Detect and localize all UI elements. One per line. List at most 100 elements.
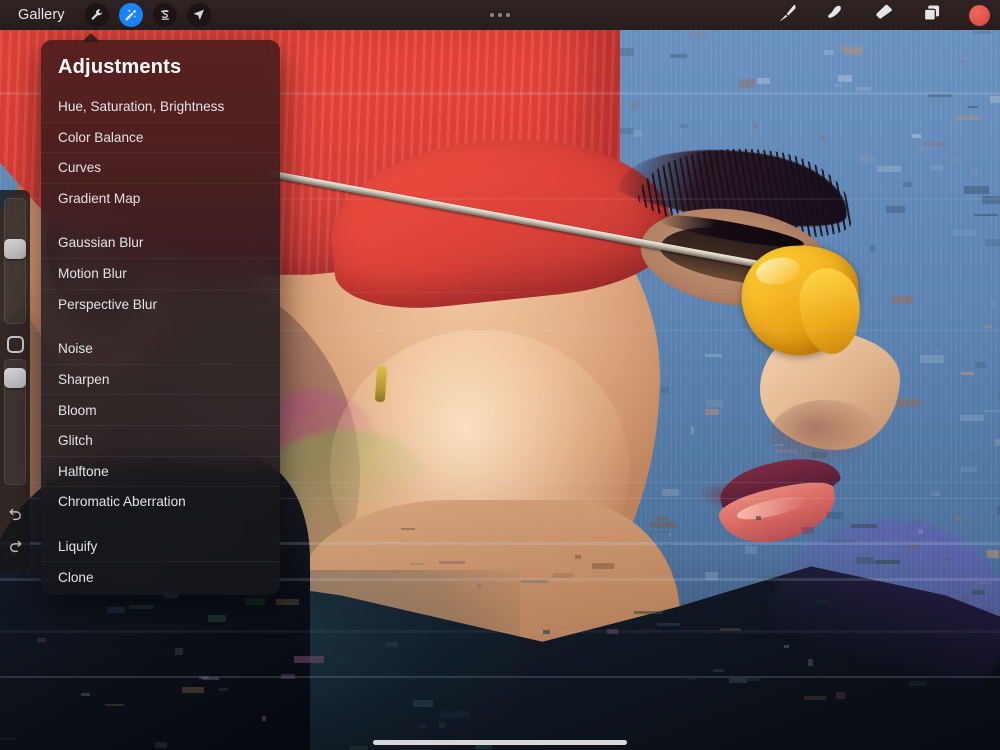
adjustments-menu-item[interactable]: Color Balance [41,121,280,153]
glitch-block [856,557,875,564]
adjustments-group-separator [41,213,280,227]
adjustments-menu-item[interactable]: Chromatic Aberration [41,486,280,517]
glitch-block [802,526,815,534]
adjustments-menu-item-label: Bloom [58,402,97,418]
adjustments-menu-item[interactable]: Motion Blur [41,257,280,289]
adjustments-menu-item[interactable]: Halftone [41,455,280,487]
actions-wrench-button[interactable] [84,3,109,27]
undo-button[interactable] [6,508,24,526]
glitch-block [875,559,901,565]
glitch-block [807,659,813,666]
adjustments-menu-item[interactable]: Gaussian Blur [41,227,280,258]
wrench-icon [90,8,104,22]
glitch-block [182,687,204,694]
adjustments-menu-item-label: Halftone [58,463,109,479]
glitch-block [943,558,952,562]
glitch-block [690,426,695,435]
glitch-block [712,669,724,673]
glitch-block [105,703,124,707]
artwork-violet-fringe [770,520,1000,720]
glitch-block [36,637,46,642]
gallery-button[interactable]: Gallery [12,5,71,25]
glitch-block [752,123,759,130]
glitch-block [439,721,445,728]
s-curve-icon [158,8,172,22]
magic-wand-icon [124,8,138,22]
selection-button[interactable] [152,3,177,27]
glitch-block [670,54,687,59]
dot-icon [498,13,502,17]
glitch-block [961,595,970,602]
glitch-block [574,555,581,560]
brush-size-slider[interactable] [4,198,26,324]
home-indicator[interactable] [373,740,627,745]
glitch-block [973,31,991,34]
glitch-block [154,742,167,748]
glitch-block [912,133,921,138]
adjustments-menu-list: Hue, Saturation, Brightness Color Balance… [41,91,280,592]
adjustments-menu-item[interactable]: Liquify [41,531,280,562]
glitch-block [987,549,999,559]
smudge-button[interactable] [825,4,847,26]
adjustments-menu-item-label: Color Balance [58,129,144,145]
adjustments-menu-item[interactable]: Curves [41,152,280,183]
glitch-block [705,399,724,407]
glitch-block [174,648,184,655]
glitch-block [961,371,975,376]
glitch-block [275,598,300,606]
opacity-slider[interactable] [4,359,26,485]
layers-button[interactable] [921,4,943,26]
glitch-block [850,524,878,529]
modify-button[interactable] [6,336,24,353]
glitch-block [973,213,999,216]
brush-size-slider-thumb[interactable] [4,239,26,260]
adjustments-panel-title: Adjustments [58,56,182,78]
adjustments-panel: Adjustments Hue, Saturation, Brightness C… [41,40,280,595]
adjustments-menu-item[interactable]: Gradient Map [41,182,280,214]
eraser-button[interactable] [873,4,895,26]
transform-button[interactable] [186,3,211,27]
glitch-block [803,696,826,701]
adjustments-menu-item[interactable]: Noise [41,333,280,364]
glitch-block [856,86,871,91]
glitch-block [281,674,296,679]
glitch-block [656,516,669,522]
adjustments-panel-caret [82,33,100,42]
glitch-block [662,489,679,497]
glitch-block [960,415,985,422]
glitch-block [902,181,912,187]
overflow-menu-button[interactable] [484,7,516,23]
paint-brush-button[interactable] [777,4,799,26]
glitch-block [843,46,864,56]
glitch-block [964,186,990,195]
glitch-block [656,622,680,626]
adjustments-menu-item[interactable]: Glitch [41,424,280,456]
redo-button[interactable] [6,540,24,558]
adjustments-menu-item[interactable]: Hue, Saturation, Brightness [41,91,280,122]
glitch-block [438,561,466,565]
glitch-block [199,676,209,680]
right-tool-group [777,0,990,30]
adjustments-menu-item-label: Glitch [58,433,93,449]
top-toolbar: Gallery [0,0,1000,30]
smudge-icon [826,3,846,28]
glitch-block [440,711,469,719]
glitch-block [420,724,428,729]
glitch-block [633,611,664,614]
adjustments-menu-item[interactable]: Bloom [41,394,280,425]
color-swatch-button[interactable] [969,4,990,26]
glitch-block [994,439,1000,447]
adjustments-menu-item[interactable]: Sharpen [41,363,280,395]
glitch-block [704,353,722,357]
glitch-block [983,324,993,328]
glitch-block [784,644,789,649]
left-tool-group [84,3,211,27]
adjustments-menu-item[interactable]: Clone [41,561,280,592]
adjustments-menu-item[interactable]: Perspective Blur [41,288,280,320]
glitch-block [991,300,996,308]
adjustments-wand-button[interactable] [118,3,143,27]
glitch-block [629,100,637,109]
opacity-slider-thumb[interactable] [4,368,26,389]
glitch-block [838,75,852,83]
glitch-block [931,165,944,170]
